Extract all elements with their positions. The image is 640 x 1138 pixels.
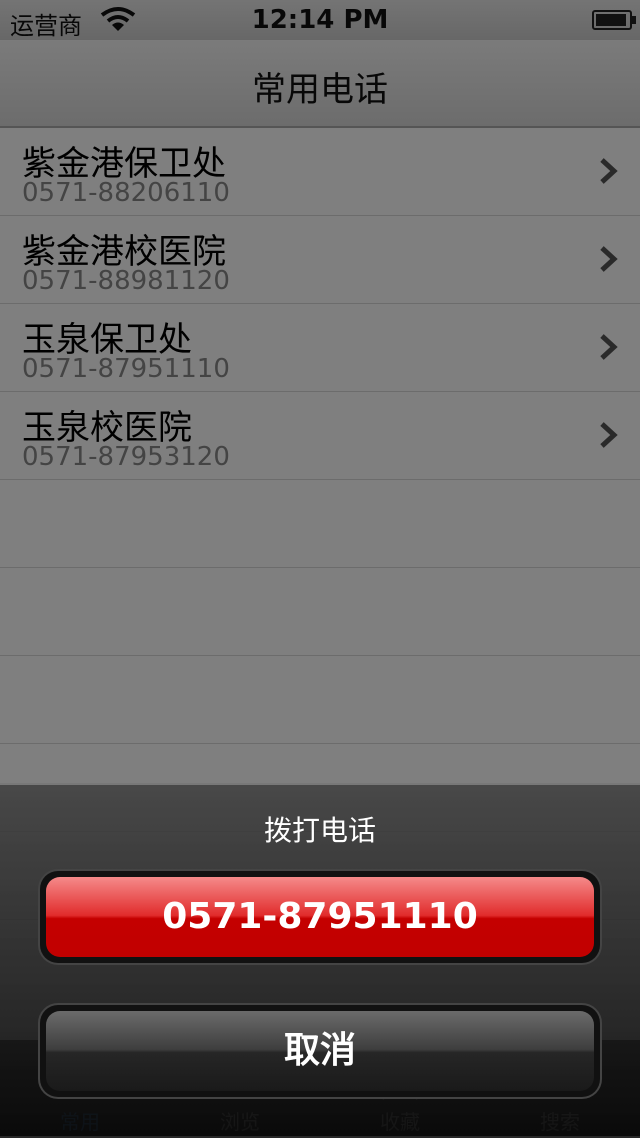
- call-button[interactable]: 0571-87951110: [46, 877, 594, 957]
- call-button-frame: 0571-87951110: [40, 871, 600, 963]
- cancel-button-frame: 取消: [40, 1005, 600, 1097]
- action-sheet: 拨打电话 0571-87951110 取消: [0, 783, 640, 1138]
- action-sheet-title: 拨打电话: [263, 814, 376, 847]
- cancel-button[interactable]: 取消: [46, 1011, 594, 1091]
